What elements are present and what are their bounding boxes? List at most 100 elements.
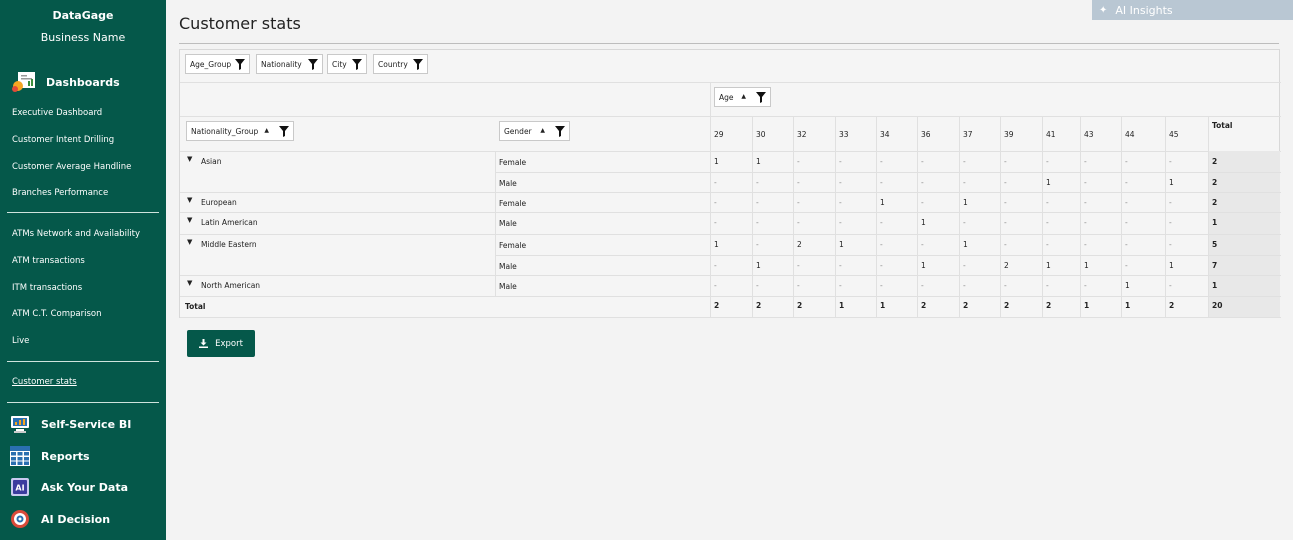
sort-ascending-icon[interactable]: ▲ <box>741 93 746 100</box>
total-column-header: Total <box>1212 121 1233 130</box>
grid-line <box>180 82 1281 83</box>
filter-icon[interactable] <box>352 59 362 70</box>
column-field-age[interactable]: Age ▲ <box>714 87 771 107</box>
age-column-header: 34 <box>880 130 890 139</box>
grid-line <box>180 116 1281 117</box>
grid-line <box>793 116 794 318</box>
pivot-cell: - <box>756 198 759 207</box>
collapse-caret-icon[interactable]: ▼ <box>187 279 192 287</box>
column-total-cell: 1 <box>1125 301 1131 310</box>
collapse-caret-icon[interactable]: ▼ <box>187 216 192 224</box>
grid-line <box>917 116 918 318</box>
gender-label: Female <box>499 241 527 250</box>
grid-line <box>1042 116 1043 318</box>
nav-customer-stats[interactable]: Customer stats <box>12 377 77 387</box>
pivot-cell: - <box>921 281 924 290</box>
collapse-caret-icon[interactable]: ▼ <box>187 238 192 246</box>
collapse-caret-icon[interactable]: ▼ <box>187 196 192 204</box>
pivot-table: Age_Group Nationality City Country Age ▲ Natio… <box>179 49 1281 318</box>
pivot-cell: - <box>1125 178 1128 187</box>
pivot-cell: 1 <box>756 261 761 270</box>
nav-atms-network[interactable]: ATMs Network and Availability <box>12 229 140 239</box>
pivot-cell: - <box>963 261 966 270</box>
pivot-cell: - <box>714 178 717 187</box>
dashboards-label: Dashboards <box>46 75 120 89</box>
pivot-cell: - <box>1169 240 1172 249</box>
filter-chip-age-group[interactable]: Age_Group <box>185 54 250 74</box>
self-service-bi-icon <box>10 414 30 434</box>
app-name: DataGage <box>52 9 114 22</box>
row-total-cell: 1 <box>1212 281 1218 290</box>
sidebar-divider <box>7 402 159 403</box>
row-field-gender[interactable]: Gender ▲ <box>499 121 570 141</box>
pivot-cell: 1 <box>1084 261 1089 270</box>
export-button[interactable]: Export <box>187 330 255 357</box>
pivot-cell: - <box>880 157 883 166</box>
age-column-header: 29 <box>714 130 724 139</box>
pivot-cell: 1 <box>1046 261 1051 270</box>
ai-insights-button[interactable]: ✦ AI Insights <box>1092 0 1293 20</box>
nav-executive-dashboard[interactable]: Executive Dashboard <box>12 108 102 118</box>
sidebar-divider <box>7 212 159 213</box>
sort-ascending-icon[interactable]: ▲ <box>264 127 269 134</box>
age-column-header: 36 <box>921 130 931 139</box>
nav-atm-ct-comparison[interactable]: ATM C.T. Comparison <box>12 309 102 319</box>
pivot-cell: - <box>1169 218 1172 227</box>
sort-ascending-icon[interactable]: ▲ <box>540 127 545 134</box>
nav-ai-decision[interactable]: AI Decision <box>10 509 110 529</box>
ask-your-data-label: Ask Your Data <box>41 480 129 494</box>
filter-chip-country[interactable]: Country <box>373 54 428 74</box>
pivot-cell: - <box>1046 157 1049 166</box>
age-column-header: 32 <box>797 130 807 139</box>
nationality-group-label: European <box>201 198 237 207</box>
pivot-cell: - <box>1169 198 1172 207</box>
reports-label: Reports <box>41 449 90 463</box>
nav-self-service-bi[interactable]: Self-Service BI <box>10 414 131 434</box>
nav-reports[interactable]: Reports <box>10 446 90 466</box>
filter-chip-city[interactable]: City <box>327 54 367 74</box>
grid-line <box>180 296 1281 297</box>
filter-chip-nationality[interactable]: Nationality <box>256 54 323 74</box>
column-total-cell: 2 <box>1004 301 1010 310</box>
pivot-cell: - <box>1004 218 1007 227</box>
pivot-cell: 2 <box>797 240 802 249</box>
pivot-cell: - <box>756 281 759 290</box>
filter-icon[interactable] <box>555 126 565 137</box>
pivot-cell: 1 <box>839 240 844 249</box>
age-column-header: 41 <box>1046 130 1056 139</box>
row-field-nationality-group[interactable]: Nationality_Group ▲ <box>186 121 294 141</box>
pivot-cell: 1 <box>921 261 926 270</box>
self-service-bi-label: Self-Service BI <box>41 417 132 431</box>
nav-atm-transactions[interactable]: ATM transactions <box>12 256 85 266</box>
grid-line <box>1121 116 1122 318</box>
gender-label: Male <box>499 219 517 228</box>
nav-customer-average-handline[interactable]: Customer Average Handline <box>12 162 131 172</box>
filter-icon[interactable] <box>235 59 245 70</box>
export-label: Export <box>215 338 243 349</box>
chip-label: Age <box>719 92 734 102</box>
column-total-cell: 2 <box>1046 301 1052 310</box>
nav-itm-transactions[interactable]: ITM transactions <box>12 283 82 293</box>
pivot-cell: - <box>714 218 717 227</box>
grid-line <box>495 255 1281 256</box>
filter-icon[interactable] <box>308 59 318 70</box>
nav-branches-performance[interactable]: Branches Performance <box>12 188 108 198</box>
nav-customer-intent-drilling[interactable]: Customer Intent Drilling <box>12 135 114 145</box>
column-total-cell: 1 <box>880 301 886 310</box>
pivot-cell: - <box>1169 281 1172 290</box>
filter-icon[interactable] <box>756 92 766 103</box>
gender-label: Male <box>499 262 517 271</box>
nav-ask-your-data[interactable]: AI Ask Your Data <box>10 477 128 497</box>
chip-label: Nationality_Group <box>191 126 259 136</box>
pivot-cell: 2 <box>1004 261 1009 270</box>
filter-icon[interactable] <box>413 59 423 70</box>
pivot-cell: - <box>963 281 966 290</box>
dashboards-header[interactable]: Dashboards <box>12 71 120 93</box>
filter-icon[interactable] <box>279 126 289 137</box>
grid-line <box>180 151 1281 152</box>
pivot-cell: - <box>921 157 924 166</box>
pivot-cell: - <box>1084 240 1087 249</box>
nav-live[interactable]: Live <box>12 336 29 346</box>
collapse-caret-icon[interactable]: ▼ <box>187 155 192 163</box>
nationality-group-label: North American <box>201 281 261 290</box>
